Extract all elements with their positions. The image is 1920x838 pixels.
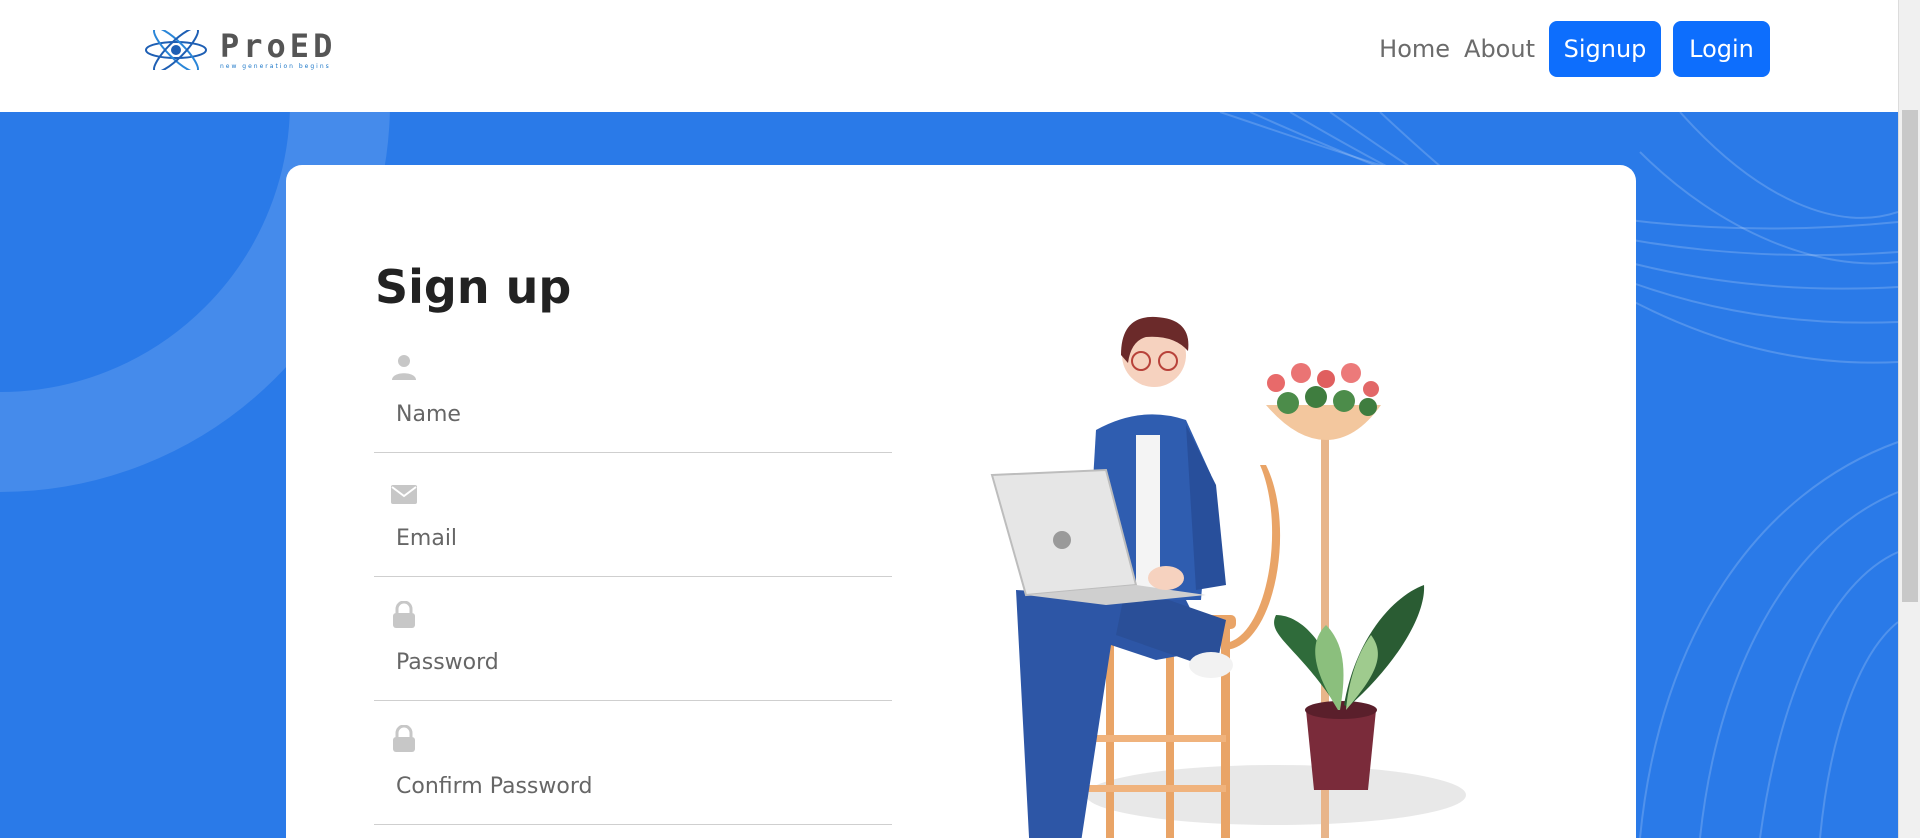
lock-icon [393, 601, 415, 628]
brand-tagline: new generation begins [220, 62, 331, 70]
navbar: ProED new generation begins Home About S… [0, 0, 1898, 112]
confirm-password-input[interactable]: Confirm Password [396, 774, 592, 799]
confirm-password-field[interactable]: Confirm Password [374, 725, 892, 825]
user-icon [392, 355, 416, 380]
nav-menu: Home About Signup Login [1379, 21, 1770, 77]
password-input[interactable]: Password [396, 650, 499, 675]
signup-button[interactable]: Signup [1549, 21, 1661, 77]
scrollbar[interactable] [1898, 0, 1920, 838]
lock-icon [393, 725, 415, 752]
brand-logo[interactable]: ProED new generation begins [144, 30, 336, 70]
name-field[interactable]: Name [374, 353, 892, 453]
email-input[interactable]: Email [396, 526, 457, 551]
atom-icon [145, 30, 207, 70]
scrollbar-thumb[interactable] [1902, 110, 1918, 602]
person-with-laptop-illustration [990, 316, 1466, 838]
brand-name: ProED [220, 26, 337, 65]
page-title: Sign up [375, 260, 572, 314]
envelope-icon [391, 485, 417, 504]
login-button[interactable]: Login [1673, 21, 1770, 77]
email-field[interactable]: Email [374, 477, 892, 577]
password-field[interactable]: Password [374, 601, 892, 701]
name-input[interactable]: Name [396, 402, 461, 427]
nav-about-link[interactable]: About [1464, 35, 1535, 63]
nav-home-link[interactable]: Home [1379, 35, 1450, 63]
